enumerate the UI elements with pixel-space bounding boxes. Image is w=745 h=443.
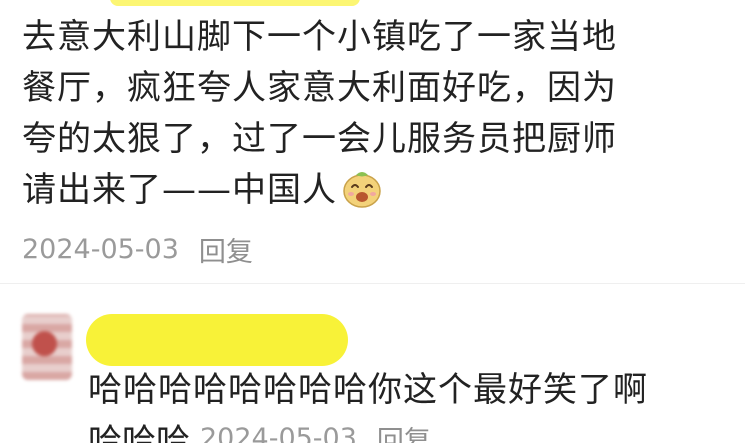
reply-date: 2024-05-03 [200, 422, 357, 443]
comment-thread: 去意大利山脚下一个小镇吃了一家当地 餐厅，疯狂夸人家意大利面好吃，因为 夸的太狠… [0, 0, 745, 443]
divider [0, 283, 745, 284]
comment-line-4-text: 请出来了——中国人 [22, 170, 337, 210]
reply-continuation: 哈哈哈 [88, 421, 190, 443]
reply-meta: 哈哈哈 2024-05-03 回复 [88, 418, 431, 443]
comment-line-3: 夸的太狠了，过了一会儿服务员把厨师 [22, 119, 617, 159]
comment-meta: 2024-05-03 回复 [22, 229, 253, 269]
laughing-face-emoji-icon [343, 172, 381, 208]
avatar[interactable] [22, 314, 72, 380]
comment-date: 2024-05-03 [22, 233, 179, 265]
comment-body: 去意大利山脚下一个小镇吃了一家当地 餐厅，疯狂夸人家意大利面好吃，因为 夸的太狠… [22, 12, 722, 216]
reply-reply-button[interactable]: 回复 [377, 419, 431, 443]
comment-line-1: 去意大利山脚下一个小镇吃了一家当地 [22, 17, 617, 57]
comment-line-4: 请出来了——中国人 [22, 165, 722, 216]
username-highlight [86, 314, 348, 366]
name-highlight-top [110, 0, 360, 6]
comment-reply-button[interactable]: 回复 [199, 230, 253, 269]
comment-line-2: 餐厅，疯狂夸人家意大利面好吃，因为 [22, 68, 617, 108]
reply-body: 哈哈哈哈哈哈哈哈你这个最好笑了啊 [88, 370, 648, 410]
